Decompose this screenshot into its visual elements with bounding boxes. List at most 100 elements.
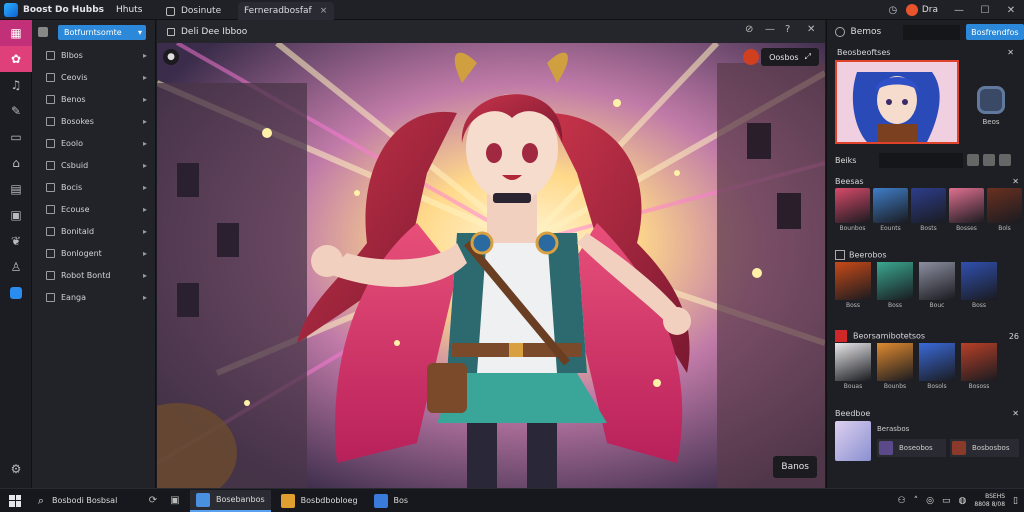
clock[interactable]: BSEHS 8808 8/08 xyxy=(974,493,1005,509)
app-subtitle[interactable]: Hhuts xyxy=(116,5,142,15)
canvas[interactable]: ● Oosbos ⤢ Banos xyxy=(157,43,825,488)
layer-item[interactable]: Eoolo ▸ xyxy=(32,132,155,154)
chevron-right-icon[interactable]: ▸ xyxy=(143,293,147,302)
search-icon[interactable]: ⌕ xyxy=(30,494,52,508)
style-thumbnail[interactable]: Bouas xyxy=(835,343,871,390)
account-button[interactable]: Dra xyxy=(905,4,938,16)
layer-visibility-checkbox[interactable] xyxy=(46,270,55,280)
tool-bell-icon[interactable]: ♫ xyxy=(0,72,32,98)
chevron-right-icon[interactable]: ▸ xyxy=(143,227,147,236)
style-thumbnail[interactable]: Eounts xyxy=(873,188,908,232)
layer-visibility-checkbox[interactable] xyxy=(46,226,55,236)
layer-item[interactable]: Bocis ▸ xyxy=(32,176,155,198)
style-thumbnail[interactable]: Bounbs xyxy=(877,343,913,390)
filter-icon[interactable] xyxy=(967,154,979,166)
style-thumbnail[interactable]: Bosses xyxy=(949,188,984,232)
tab-active[interactable]: Ferneradbosfaf × xyxy=(238,2,334,20)
tool-frame-icon[interactable]: ▭ xyxy=(0,124,32,150)
style-thumbnail[interactable]: Bosols xyxy=(919,343,955,390)
tool-leaf-icon[interactable]: ❦ xyxy=(0,228,32,254)
tool-adjust-icon[interactable]: ▣ xyxy=(0,202,32,228)
chevron-right-icon[interactable]: ▸ xyxy=(143,249,147,258)
close-section-icon[interactable]: ✕ xyxy=(1012,409,1019,418)
layer-item[interactable]: Csbuid ▸ xyxy=(32,154,155,176)
compare-button[interactable]: Oosbos ⤢ xyxy=(761,48,819,66)
style-thumbnail[interactable]: Bouc xyxy=(919,262,955,309)
layers-dropdown[interactable]: Botfurntsomte ▾ xyxy=(58,24,146,40)
view-icon[interactable] xyxy=(983,154,995,166)
refresh-icon[interactable]: ⟳ xyxy=(142,495,164,506)
search-input[interactable] xyxy=(879,152,963,168)
layer-visibility-checkbox[interactable] xyxy=(46,292,55,302)
layer-item[interactable]: Eanga ▸ xyxy=(32,286,155,308)
close-tab-icon[interactable]: × xyxy=(320,6,328,16)
generate-button[interactable]: Bosfrendfos xyxy=(965,24,1024,40)
close-preview-icon[interactable]: ✕ xyxy=(1007,48,1014,57)
layer-visibility-checkbox[interactable] xyxy=(46,94,55,104)
record-icon[interactable] xyxy=(743,49,759,65)
minimize-canvas-icon[interactable]: — xyxy=(765,24,775,35)
taskbar-app[interactable]: Bosebanbos xyxy=(190,489,271,512)
style-thumbnail[interactable]: Bounbos xyxy=(835,188,870,232)
layer-visibility-checkbox[interactable] xyxy=(46,204,55,214)
close-canvas-icon[interactable]: ✕ xyxy=(807,24,815,35)
canvas-action-button[interactable]: Banos xyxy=(773,456,817,478)
layer-item[interactable]: Ceovis ▸ xyxy=(32,66,155,88)
taskbar-app[interactable]: Bos xyxy=(368,490,415,512)
start-button[interactable] xyxy=(0,494,30,507)
layer-visibility-checkbox[interactable] xyxy=(46,248,55,258)
style-thumbnail[interactable]: Boss xyxy=(877,262,913,309)
preset-thumbnail[interactable] xyxy=(835,421,871,461)
taskbar-app[interactable]: Bosbdbobloeg xyxy=(275,490,364,512)
style-thumbnail[interactable]: Bososs xyxy=(961,343,997,390)
chevron-right-icon[interactable]: ▸ xyxy=(143,139,147,148)
style-thumbnail[interactable]: Boss xyxy=(961,262,997,309)
people-icon[interactable]: ⚇ xyxy=(898,496,906,506)
layer-item[interactable]: Blbos ▸ xyxy=(32,44,155,66)
tool-plugin-icon[interactable] xyxy=(0,280,32,306)
layer-visibility-checkbox[interactable] xyxy=(46,72,55,82)
tool-figure-icon[interactable]: ♙ xyxy=(0,254,32,280)
chat-icon[interactable]: ▭ xyxy=(942,496,951,506)
layer-visibility-checkbox[interactable] xyxy=(46,138,55,148)
layer-visibility-checkbox[interactable] xyxy=(46,160,55,170)
chevron-right-icon[interactable]: ▸ xyxy=(143,73,147,82)
layer-item[interactable]: Bonlogent ▸ xyxy=(32,242,155,264)
layer-item[interactable]: Benos ▸ xyxy=(32,88,155,110)
maximize-icon[interactable]: ☐ xyxy=(972,5,998,16)
chevron-right-icon[interactable]: ▸ xyxy=(143,51,147,60)
grid-icon[interactable] xyxy=(999,154,1011,166)
layer-item[interactable]: Robot Bontd ▸ xyxy=(32,264,155,286)
chevron-right-icon[interactable]: ▸ xyxy=(143,271,147,280)
style-thumbnail[interactable]: Boss xyxy=(835,262,871,309)
layer-item[interactable]: Ecouse ▸ xyxy=(32,198,155,220)
chevron-right-icon[interactable]: ▸ xyxy=(143,161,147,170)
notification-icon[interactable]: ▯ xyxy=(1013,496,1018,506)
layer-visibility-checkbox[interactable] xyxy=(46,50,55,60)
layer-item[interactable]: Bonitald ▸ xyxy=(32,220,155,242)
link-icon[interactable]: ⊘ xyxy=(745,24,753,35)
close-window-icon[interactable]: ✕ xyxy=(998,5,1024,16)
chevron-right-icon[interactable]: ▸ xyxy=(143,95,147,104)
settings-icon[interactable]: ⚙ xyxy=(0,456,32,482)
chevron-up-icon[interactable]: ˄ xyxy=(914,496,919,506)
network-icon[interactable]: ◎ xyxy=(926,496,934,506)
history-icon[interactable]: ◷ xyxy=(880,5,906,16)
help-icon[interactable]: ? xyxy=(785,24,790,35)
preset-item[interactable]: Bosbosbos xyxy=(950,439,1019,457)
preview-thumbnail[interactable] xyxy=(835,60,959,144)
preset-item[interactable]: Boseobos xyxy=(877,439,946,457)
style-thumbnail[interactable]: Bols xyxy=(987,188,1022,232)
layer-visibility-checkbox[interactable] xyxy=(46,116,55,126)
tool-lock-icon[interactable]: ⌂ xyxy=(0,150,32,176)
task-view-icon[interactable]: ▣ xyxy=(164,495,186,506)
layer-visibility-checkbox[interactable] xyxy=(46,182,55,192)
tab-document[interactable]: Dosinute xyxy=(160,2,227,20)
tool-brush-icon[interactable]: ✿ xyxy=(0,46,32,72)
volume-icon[interactable]: ◍ xyxy=(959,496,967,506)
chevron-right-icon[interactable]: ▸ xyxy=(143,117,147,126)
close-section-icon[interactable]: ✕ xyxy=(1012,177,1019,186)
tool-layers-icon[interactable]: ▦ xyxy=(0,20,32,46)
chevron-right-icon[interactable]: ▸ xyxy=(143,183,147,192)
taskbar-search[interactable]: Bosbodi Bosbsal xyxy=(52,496,142,505)
